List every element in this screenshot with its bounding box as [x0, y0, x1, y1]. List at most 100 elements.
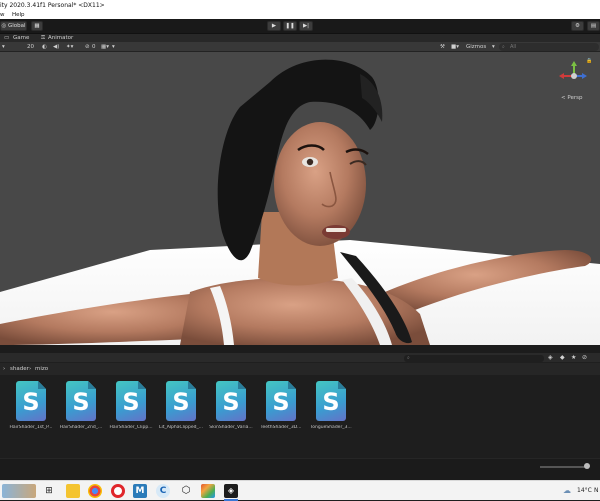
hidden-count: 0 — [92, 43, 96, 50]
asset-item[interactable]: S HairShader_1st_P... — [8, 381, 54, 441]
asset-item[interactable]: S SkinShader_Varia... — [208, 381, 254, 441]
grid-icon: ▦ — [34, 23, 40, 29]
animator-tab-icon: ⚿ — [41, 35, 46, 41]
settings-button[interactable]: ⚙ — [571, 21, 584, 31]
icon-size-slider[interactable] — [540, 463, 590, 469]
asset-name: Lit_AlphaClipped_... — [158, 425, 204, 430]
breadcrumb-sep: › — [29, 366, 32, 372]
play-button[interactable]: ▶ — [267, 21, 281, 31]
tab-animator[interactable]: Animator — [48, 35, 73, 41]
asset-name: HairShader_Clipp... — [109, 425, 153, 430]
persp-label[interactable]: < Persp — [561, 95, 582, 101]
gizmos-chevron-icon[interactable]: ▾ — [492, 44, 495, 50]
hidden-packages-icon[interactable]: ⊘ — [582, 354, 587, 361]
main-toolbar: ◎ Global ▦ ▶ ❚❚ ▶| ⚙ ▤ — [0, 19, 600, 34]
layout-icon: ▤ — [590, 23, 597, 29]
unity-editor-icon[interactable]: ◈ — [224, 484, 238, 498]
menu-item-help[interactable]: Help — [12, 12, 25, 18]
play-icon: ▶ — [271, 23, 277, 29]
language-indicator[interactable]: N — [594, 487, 599, 494]
shader-letter: S — [272, 388, 290, 416]
gizmos-dropdown[interactable]: Gizmos — [466, 44, 486, 50]
task-view-icon[interactable]: ⊞ — [42, 484, 56, 498]
shader-letter: S — [72, 388, 90, 416]
breadcrumb-sep: › — [3, 366, 6, 372]
global-icon: ◎ — [1, 23, 7, 29]
chrome-icon[interactable] — [88, 484, 102, 498]
shader-letter: S — [22, 388, 40, 416]
unity-hub-icon[interactable]: ⬡ — [179, 484, 193, 498]
asset-name: HairShader_2nd_... — [59, 425, 103, 430]
face — [274, 122, 366, 246]
shader-letter: S — [172, 388, 190, 416]
window-title-bar: ity 2020.3.41f1 Personal* <DX11> — [0, 0, 600, 11]
pause-icon: ❚❚ — [285, 23, 295, 29]
asset-item[interactable]: S HairShader_Clipp... — [108, 381, 154, 441]
asset-name: HairShader_1st_P... — [9, 425, 53, 430]
project-status-bar — [0, 458, 600, 480]
breadcrumb-shader[interactable]: shader — [10, 366, 29, 372]
scene-view-toolbar: ▾ 20 ◐ ◀) ✦▾ ⊘ 0 ▦▾ ▾ ⚒ ■▾ Gizmos ▾ ⌕ Al… — [0, 42, 600, 52]
project-toolbar: ⌕ ◈ ◆ ★ ⊘ — [0, 353, 600, 363]
app-c-icon[interactable]: C — [156, 484, 170, 498]
hidden-objects-icon[interactable]: ⊘ — [85, 44, 90, 50]
opera-icon[interactable] — [111, 484, 125, 498]
app-colorful-icon[interactable] — [201, 484, 215, 498]
slider-thumb[interactable] — [584, 463, 590, 469]
global-label: Global — [8, 23, 26, 29]
tab-game[interactable]: Game — [13, 35, 29, 41]
filter-type-icon[interactable]: ◈ — [548, 354, 553, 361]
gear-icon: ⚙ — [575, 23, 580, 29]
menu-bar: w Help — [0, 11, 600, 19]
scene-viewport[interactable]: < Persp 🔒 — [0, 52, 600, 345]
effects-toggle-icon[interactable]: ✦▾ — [66, 44, 73, 50]
app-m-icon[interactable]: M — [133, 484, 147, 498]
snap-dropdown-icon[interactable]: ▾ — [112, 44, 115, 50]
audio-toggle-icon[interactable]: ◀) — [53, 44, 59, 50]
grid-size-value[interactable]: 20 — [27, 44, 34, 50]
panel-divider[interactable] — [0, 345, 600, 353]
breadcrumb: › shader › mizo — [0, 363, 600, 375]
shader-letter: S — [222, 388, 240, 416]
game-tab-icon: ▭ — [4, 35, 10, 41]
save-search-icon[interactable]: ★ — [571, 354, 576, 361]
camera-icon[interactable]: ■▾ — [451, 44, 459, 50]
project-search-input[interactable]: ⌕ — [404, 354, 544, 362]
pivot-rotation-toggle[interactable]: ◎ Global — [0, 21, 27, 31]
asset-grid: S HairShader_1st_P... S HairShader_2nd_.… — [0, 375, 600, 458]
weather-icon[interactable]: ☁ — [563, 486, 571, 495]
search-highlight-icon[interactable] — [2, 484, 36, 498]
grid-snap-button[interactable]: ▦ — [31, 21, 43, 31]
shader-letter: S — [322, 388, 340, 416]
orientation-gizmo[interactable] — [554, 60, 594, 92]
tools-icon[interactable]: ⚒ — [440, 44, 445, 50]
teeth — [326, 228, 346, 232]
lock-icon[interactable]: 🔒 — [586, 58, 592, 64]
step-button[interactable]: ▶| — [299, 21, 313, 31]
asset-name: TeethShader_3D... — [260, 425, 302, 430]
search-icon: ⌕ — [407, 354, 410, 361]
grid-toggle-icon[interactable]: ▦▾ — [101, 44, 109, 50]
windows-taskbar: ⊞ M C ⬡ ◈ ☁ 14°C N — [0, 480, 600, 501]
filter-label-icon[interactable]: ◆ — [560, 354, 565, 361]
breadcrumb-current[interactable]: mizo — [35, 366, 48, 372]
menu-item-window[interactable]: w — [0, 12, 5, 18]
search-icon: ⌕ — [502, 43, 505, 50]
asset-item[interactable]: S TongueShader_3... — [308, 381, 354, 441]
layout-button[interactable]: ▤ — [587, 21, 600, 31]
asset-item[interactable]: S Lit_AlphaClipped_... — [158, 381, 204, 441]
search-placeholder: All — [510, 43, 517, 50]
asset-item[interactable]: S HairShader_2nd_... — [58, 381, 104, 441]
asset-name: SkinShader_Varia... — [209, 425, 253, 430]
scene-render — [0, 59, 600, 345]
scene-search-input[interactable]: ⌕ All — [499, 43, 599, 51]
pause-button[interactable]: ❚❚ — [283, 21, 297, 31]
step-icon: ▶| — [302, 23, 310, 29]
view-tab-row: ▭ Game ⚿ Animator — [0, 34, 600, 42]
file-explorer-icon[interactable] — [66, 484, 80, 498]
shading-mode-dropdown[interactable]: ▾ — [2, 44, 5, 50]
asset-item[interactable]: S TeethShader_3D... — [258, 381, 304, 441]
light-toggle-icon[interactable]: ◐ — [42, 44, 47, 50]
left-iris — [306, 158, 314, 166]
weather-temp[interactable]: 14°C — [577, 487, 592, 494]
